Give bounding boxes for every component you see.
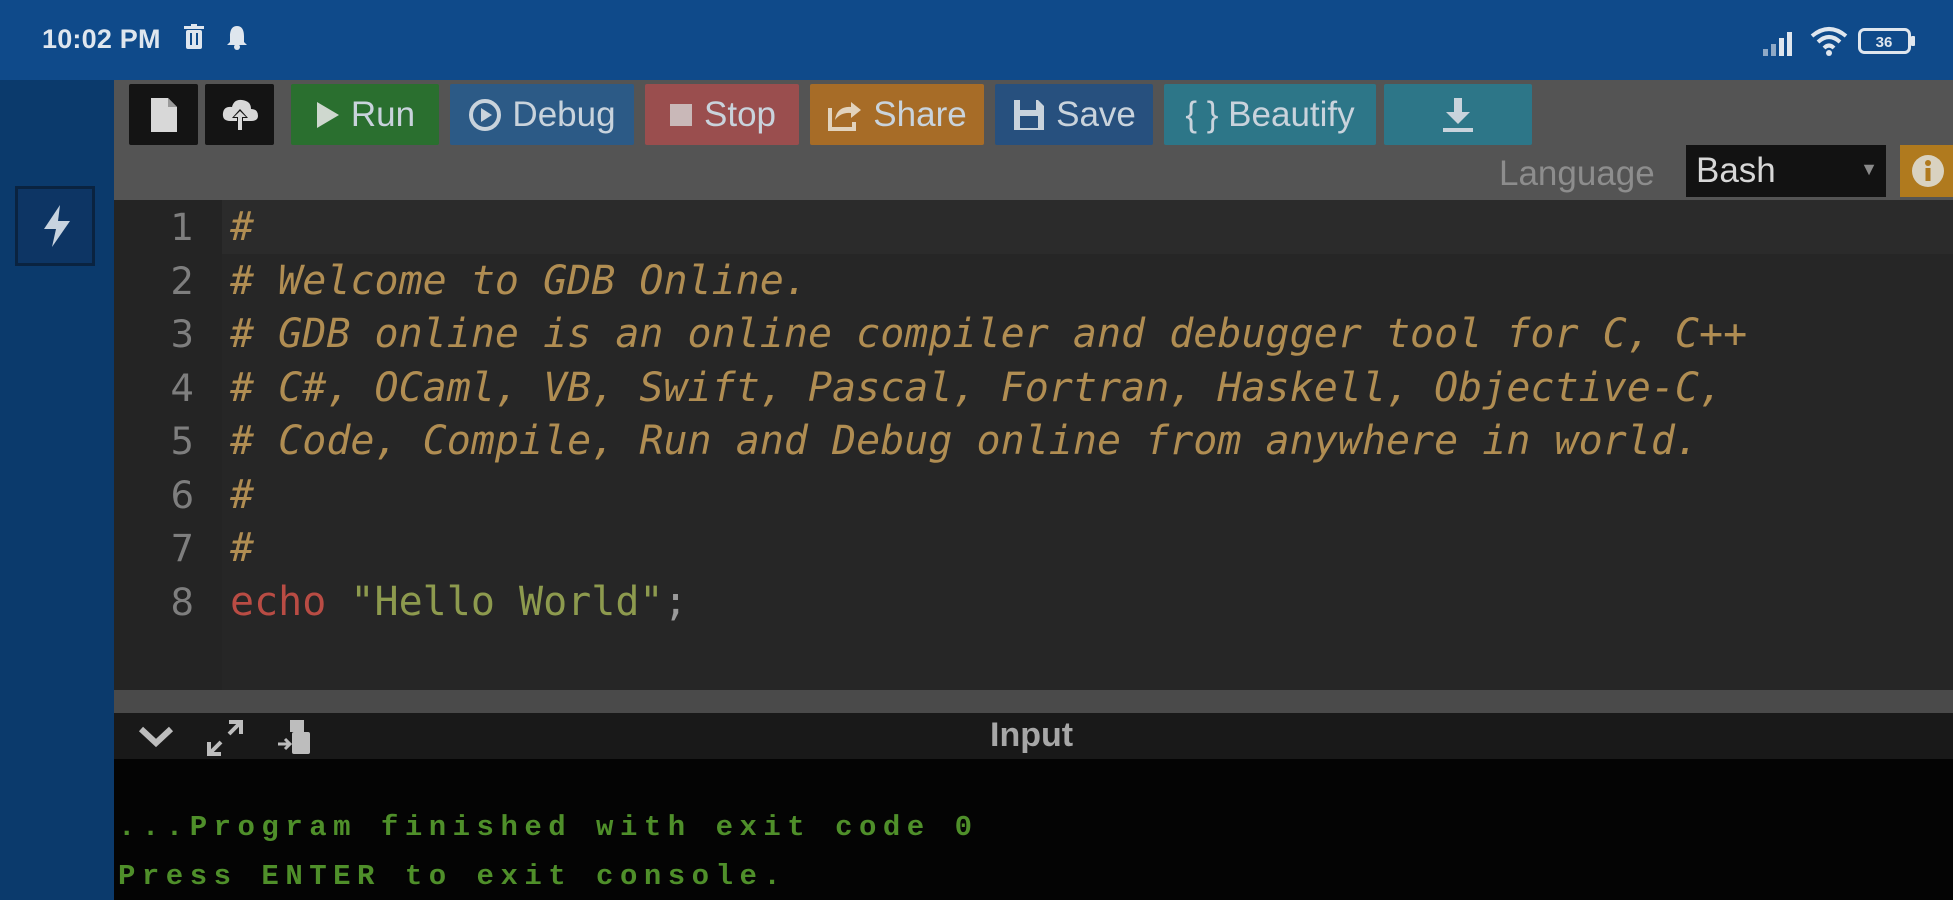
stop-button-label: Stop (704, 94, 776, 134)
line-number: 1 (170, 206, 194, 249)
code-line: # Code, Compile, Run and Debug online fr… (230, 418, 1700, 464)
code-editor[interactable]: 1 2 3 4 5 6 7 8 # # Welcome to GDB Onlin… (114, 200, 1953, 690)
code-keyword: echo (230, 579, 327, 625)
svg-text:36: 36 (1876, 34, 1893, 51)
download-button[interactable] (1384, 84, 1532, 145)
console-line: ...Program finished with exit code 0 (118, 811, 979, 844)
code-line: # (230, 525, 255, 571)
chevron-down-icon[interactable] (138, 725, 174, 754)
bell-icon (226, 24, 248, 55)
share-button[interactable]: Share (810, 84, 984, 145)
info-icon (1910, 153, 1946, 194)
status-time: 10:02 PM (42, 24, 161, 54)
language-select[interactable]: Bash ▼ (1686, 145, 1886, 197)
code-line: # C#, OCaml, VB, Swift, Pascal, Fortran,… (230, 365, 1724, 411)
save-button-label: Save (1056, 94, 1136, 134)
console-output[interactable]: ...Program finished with exit code 0 Pre… (114, 759, 1953, 900)
stop-button[interactable]: Stop (645, 84, 799, 145)
new-file-button[interactable] (129, 84, 198, 145)
caret-down-icon: ▼ (1860, 159, 1878, 179)
file-icon (149, 96, 179, 134)
debug-button[interactable]: Debug (450, 84, 634, 145)
trash-icon (183, 24, 205, 55)
wifi-icon (1810, 26, 1848, 61)
active-line-highlight (222, 200, 1953, 254)
lightning-icon (40, 203, 74, 254)
line-number: 3 (170, 313, 194, 356)
download-icon (1440, 96, 1476, 134)
sidebar-quick-action-button[interactable] (15, 186, 95, 266)
cloud-upload-icon (220, 97, 260, 133)
sidebar (0, 80, 114, 900)
save-button[interactable]: Save (995, 84, 1153, 145)
language-value: Bash (1696, 151, 1776, 190)
language-label: Language (1499, 154, 1655, 193)
share-icon (827, 98, 863, 132)
stop-icon (668, 102, 694, 128)
toolbar: Run Debug Stop Share Save { } Beautify L… (114, 80, 1953, 200)
code-line: echo "Hello World"; (230, 579, 688, 625)
panel-splitter[interactable] (114, 690, 1953, 713)
line-number: 2 (170, 260, 194, 303)
share-button-label: Share (873, 94, 967, 134)
debug-icon (468, 98, 502, 132)
line-number: 6 (170, 474, 194, 517)
line-number: 7 (170, 527, 194, 570)
play-icon (315, 100, 341, 130)
line-number: 8 (170, 581, 194, 624)
io-panel-header: Input (114, 713, 1953, 759)
io-panel-title: Input (990, 716, 1074, 754)
battery-icon: 36 (1858, 28, 1916, 59)
console-line: Press ENTER to exit console. (118, 860, 788, 893)
info-button[interactable] (1900, 145, 1953, 197)
run-button-label: Run (350, 94, 416, 134)
input-cursor-icon[interactable] (276, 718, 316, 763)
debug-button-label: Debug (512, 94, 616, 134)
signal-icon (1763, 30, 1795, 61)
code-punctuation: ; (663, 579, 688, 625)
beautify-button-label: { } Beautify (1185, 94, 1355, 134)
upload-button[interactable] (205, 84, 274, 145)
code-string: "Hello World" (350, 579, 664, 625)
run-button[interactable]: Run (291, 84, 439, 145)
line-number: 5 (170, 420, 194, 463)
beautify-button[interactable]: { } Beautify (1164, 84, 1376, 145)
expand-icon[interactable] (205, 718, 245, 763)
line-number: 4 (170, 367, 194, 410)
status-bar: 10:02 PM 36 (0, 0, 1953, 80)
code-line: # Welcome to GDB Online. (230, 258, 808, 304)
code-line: # GDB online is an online compiler and d… (230, 311, 1748, 357)
code-line: # (230, 204, 255, 250)
code-line: # (230, 472, 255, 518)
floppy-icon (1012, 98, 1046, 132)
